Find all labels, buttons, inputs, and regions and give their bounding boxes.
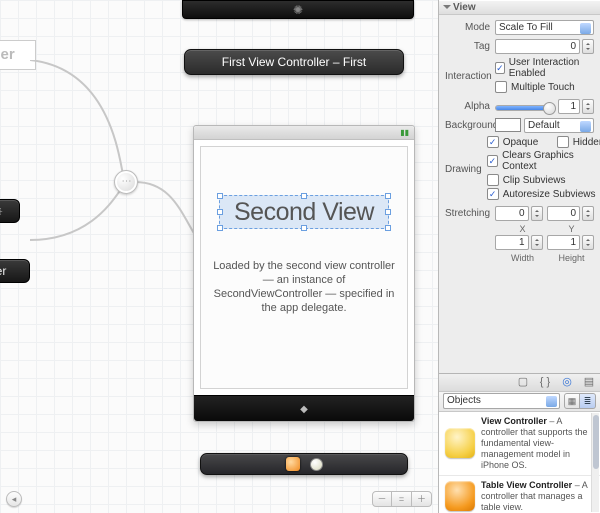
library-item-icon xyxy=(445,481,475,511)
first-scene-label[interactable]: First View Controller – First xyxy=(184,49,404,75)
alpha-field[interactable]: 1 xyxy=(558,99,580,114)
background-color-well[interactable] xyxy=(495,118,521,132)
library-scrollbar[interactable] xyxy=(591,413,599,513)
user-interaction-checkbox[interactable] xyxy=(495,62,505,74)
stretch-y-stepper[interactable] xyxy=(582,206,594,221)
library-item[interactable]: Table View Controller – A controller tha… xyxy=(439,476,600,513)
autoresize-text: Autoresize Subviews xyxy=(503,189,596,200)
object-library-list[interactable]: View Controller – A controller that supp… xyxy=(439,411,600,513)
alpha-slider[interactable] xyxy=(495,105,553,111)
multiple-touch-text: Multiple Touch xyxy=(511,82,575,93)
clip-checkbox[interactable] xyxy=(487,174,499,186)
clears-text: Clears Graphics Context xyxy=(502,150,600,172)
scene-status-bar: ▮▮ xyxy=(194,126,414,140)
opaque-checkbox[interactable] xyxy=(487,136,499,148)
zoom-controls: － = ＋ xyxy=(372,491,432,507)
alpha-stepper[interactable] xyxy=(582,99,594,114)
selected-title-label[interactable]: Second View xyxy=(219,195,389,229)
stretch-w-stepper[interactable] xyxy=(531,235,543,250)
second-scene[interactable]: ▮▮ Second View Loaded by the second view… xyxy=(193,125,415,422)
library-scope-select[interactable]: Objects xyxy=(443,393,560,409)
stretch-w-field[interactable]: 1 xyxy=(495,235,529,250)
code-snippet-icon[interactable]: { } xyxy=(538,375,552,389)
opaque-text: Opaque xyxy=(503,137,557,148)
segue-relationship-icon[interactable]: ⋯ xyxy=(114,170,138,194)
exit-proxy-icon[interactable] xyxy=(310,458,323,471)
storyboard-canvas[interactable]: oller ✺ First View Controller – First ⎈ … xyxy=(0,0,438,513)
alpha-label: Alpha xyxy=(445,101,495,112)
library-view-mode: ▦ ≣ xyxy=(564,393,596,409)
library-tab-bar: ▢ { } ◎ ▤ xyxy=(439,373,600,391)
clip-text: Clip Subviews xyxy=(503,175,566,186)
grid-view-button[interactable]: ▦ xyxy=(564,393,580,409)
mode-label: Mode xyxy=(445,22,495,33)
user-interaction-text: User Interaction Enabled xyxy=(509,57,594,79)
scene-tab-bar: ◆ xyxy=(194,395,414,421)
zoom-in-button[interactable]: ＋ xyxy=(412,491,432,507)
pin-icon: ⎈ xyxy=(0,204,3,218)
background-label: Background xyxy=(445,120,495,131)
hidden-text: Hidden xyxy=(573,137,600,148)
clears-checkbox[interactable] xyxy=(487,155,498,167)
stretch-h-field[interactable]: 1 xyxy=(547,235,581,250)
width-sublabel: Width xyxy=(500,253,545,263)
inspector-panel: View Mode Scale To Fill Tag 0 Interactio… xyxy=(438,0,600,513)
hidden-checkbox[interactable] xyxy=(557,136,569,148)
title-label-text: Second View xyxy=(234,198,374,226)
zoom-fit-button[interactable]: = xyxy=(392,491,412,507)
tag-field[interactable]: 0 xyxy=(495,39,580,54)
object-library-icon[interactable]: ◎ xyxy=(560,375,574,389)
x-sublabel: X xyxy=(500,224,545,234)
battery-icon: ▮▮ xyxy=(400,128,409,137)
height-sublabel: Height xyxy=(549,253,594,263)
scene-dock[interactable] xyxy=(200,453,408,475)
stretch-x-field[interactable]: 0 xyxy=(495,206,529,221)
stretching-label: Stretching xyxy=(445,208,495,219)
autoresize-checkbox[interactable] xyxy=(487,188,499,200)
body-label[interactable]: Loaded by the second view controller — a… xyxy=(213,259,395,315)
stretch-x-stepper[interactable] xyxy=(531,206,543,221)
first-responder-proxy-icon[interactable] xyxy=(286,457,300,471)
list-view-button[interactable]: ≣ xyxy=(580,393,596,409)
background-select[interactable]: Default xyxy=(524,118,594,133)
interaction-label: Interaction xyxy=(445,71,495,82)
scene-view[interactable]: Second View Loaded by the second view co… xyxy=(194,140,414,395)
stretch-h-stepper[interactable] xyxy=(582,235,594,250)
library-item[interactable]: View Controller – A controller that supp… xyxy=(439,412,600,476)
file-template-icon[interactable]: ▢ xyxy=(516,375,530,389)
library-item-icon xyxy=(445,428,475,458)
mode-select[interactable]: Scale To Fill xyxy=(495,20,594,35)
tab-item-icon: ◆ xyxy=(300,404,308,415)
media-library-icon[interactable]: ▤ xyxy=(582,375,596,389)
first-responder-icon: ✺ xyxy=(293,3,303,17)
tag-label: Tag xyxy=(445,41,495,52)
drawing-label: Drawing xyxy=(445,164,487,175)
outline-toggle-button[interactable]: ◂ xyxy=(6,491,22,507)
multiple-touch-checkbox[interactable] xyxy=(495,81,507,93)
first-scene-bottom-bar: ✺ xyxy=(182,0,414,19)
zoom-out-button[interactable]: － xyxy=(372,491,392,507)
stretch-y-field[interactable]: 0 xyxy=(547,206,581,221)
offscreen-tab2: ler xyxy=(0,259,30,283)
offscreen-tab1: ⎈ xyxy=(0,199,20,223)
library-item-text: Table View Controller – A controller tha… xyxy=(481,480,594,513)
view-section-header[interactable]: View xyxy=(439,0,600,15)
y-sublabel: Y xyxy=(549,224,594,234)
library-item-text: View Controller – A controller that supp… xyxy=(481,416,594,471)
tag-stepper[interactable] xyxy=(582,39,594,54)
